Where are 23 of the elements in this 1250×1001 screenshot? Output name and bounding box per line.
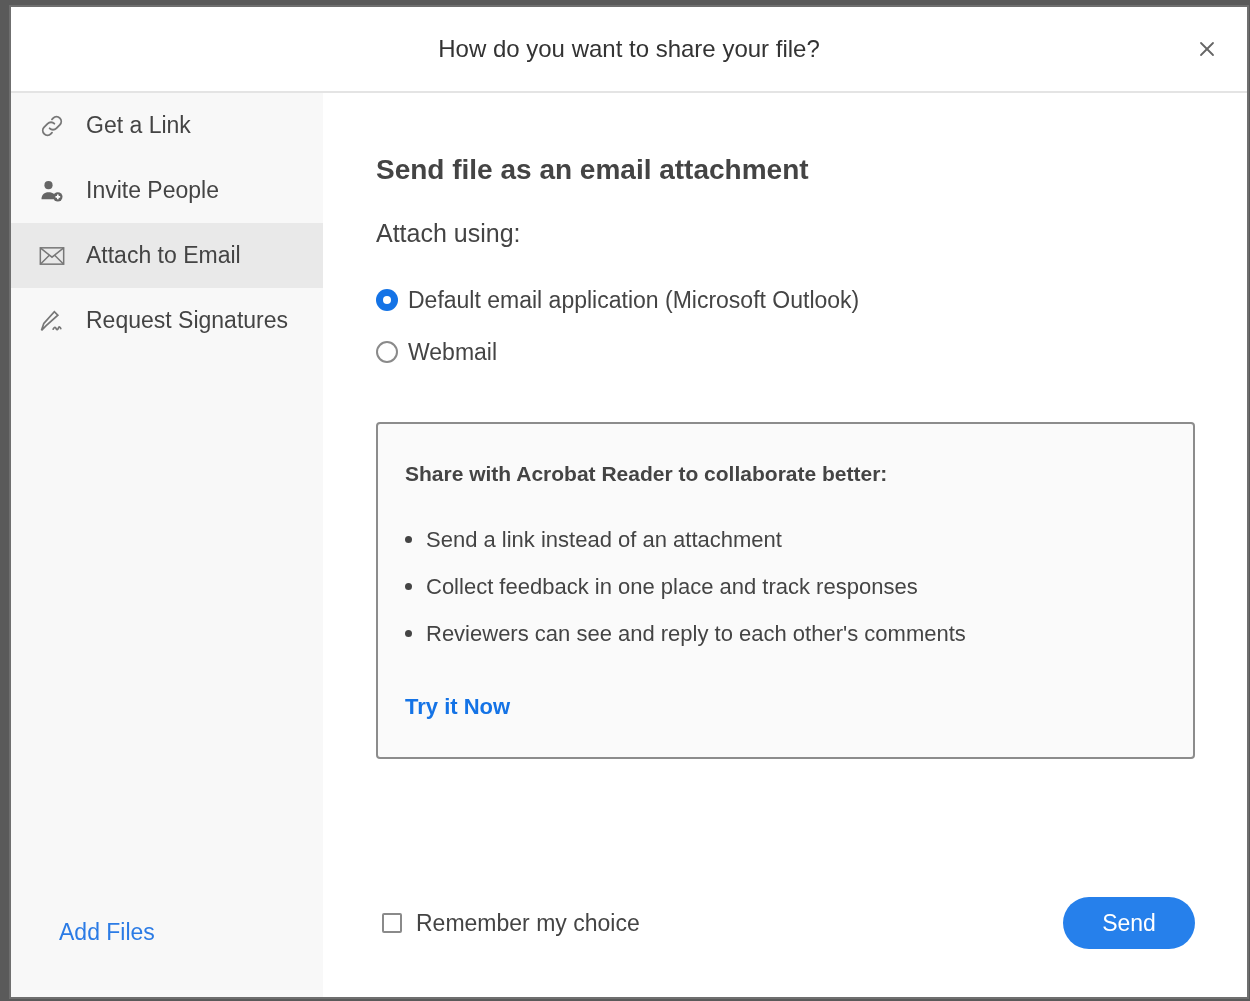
section-heading: Send file as an email attachment bbox=[376, 153, 810, 187]
radio-button[interactable] bbox=[376, 341, 398, 364]
bullet-icon bbox=[405, 583, 412, 590]
radio-option[interactable]: Default email application (Microsoft Outlook) bbox=[376, 282, 1195, 317]
remember-checkbox[interactable]: Remember my choice bbox=[382, 905, 640, 941]
sidebar-item[interactable]: Request Signatures bbox=[11, 288, 323, 353]
bullet-text: Collect feedback in one place and track responses bbox=[426, 573, 918, 601]
sidebar-item[interactable]: Attach to Email bbox=[11, 223, 323, 288]
radio-option[interactable]: Webmail bbox=[376, 335, 1195, 370]
bullet-icon bbox=[405, 536, 412, 543]
bullet-text: Send a link instead of an attachment bbox=[426, 526, 782, 554]
sidebar-item[interactable]: Invite People bbox=[11, 158, 323, 223]
promo-title: Share with Acrobat Reader to collaborate better: bbox=[405, 460, 889, 487]
checkbox[interactable] bbox=[382, 913, 402, 933]
try-it-now-link[interactable]: Try it Now bbox=[405, 690, 511, 723]
radio-button[interactable] bbox=[376, 288, 398, 311]
sidebar-item[interactable]: Get a Link bbox=[11, 93, 323, 158]
add-files-link[interactable]: Add Files bbox=[59, 914, 323, 949]
send-button[interactable]: Send bbox=[1063, 897, 1195, 949]
dialog-title: How do you want to share your file? bbox=[438, 34, 820, 64]
attach-using-label: Attach using: bbox=[376, 218, 522, 249]
bullet-icon bbox=[405, 630, 412, 637]
bullet-text: Reviewers can see and reply to each other's comments bbox=[426, 620, 966, 648]
